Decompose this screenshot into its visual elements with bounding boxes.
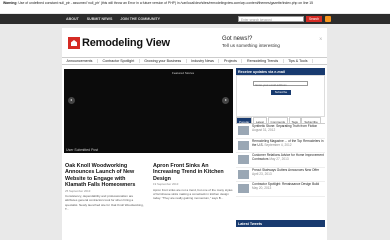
list-item[interactable]: Contractor Spotlight: Renaissance Design…: [236, 182, 325, 197]
post-title[interactable]: Oak Knoll Woodworking Announces Launch o…: [65, 163, 145, 189]
list-item[interactable]: Customer Relations Advice for Home Impro…: [236, 153, 325, 168]
item-date: May 27, 2013: [269, 157, 289, 161]
slider-caption[interactable]: User Submitted Post: [66, 148, 98, 152]
post-title[interactable]: Apron Front Sinks An Increasing Trend in…: [153, 163, 233, 182]
search-button[interactable]: Search: [306, 16, 322, 22]
nav-contractor-spotlight[interactable]: Contractor Spotlight: [98, 59, 140, 63]
tab-tags[interactable]: Tags: [288, 117, 301, 124]
item-date: September 4, 2012: [264, 142, 292, 147]
ad-banner[interactable]: Got news!? Tell us something interesting…: [222, 36, 322, 51]
list-item[interactable]: Synthetic Stone: Separating Truth from F…: [236, 124, 325, 139]
nav-industry-news[interactable]: Industry News: [187, 59, 220, 63]
tab-subscribe[interactable]: Subscribe: [301, 117, 321, 124]
top-bar: About Submit News Join the Community Ent…: [0, 14, 390, 24]
subscribe-button[interactable]: Subscribe: [271, 90, 291, 95]
item-date: May 20, 2013: [252, 186, 272, 190]
post-card: Oak Knoll Woodworking Announces Launch o…: [65, 163, 145, 211]
warning-text: : Use of undefined constant null_ptr - a…: [16, 1, 314, 5]
tab-popular[interactable]: Popular: [236, 117, 253, 124]
chevron-left-icon[interactable]: [68, 97, 75, 104]
nav-growing-business[interactable]: Growing your Business: [140, 59, 187, 63]
top-nav: About Submit News Join the Community: [66, 14, 160, 24]
email-field[interactable]: Enter your email address: [253, 81, 308, 87]
nav-remodeling-trends[interactable]: Remodeling Trends: [242, 59, 284, 63]
slider-title: Featured Stories: [172, 71, 195, 75]
thumbnail-image[interactable]: [238, 155, 249, 164]
top-nav-about[interactable]: About: [66, 17, 79, 21]
page-container: Remodeling View Got news!? Tell us somet…: [62, 28, 327, 240]
thumbnail-image[interactable]: [238, 140, 249, 150]
subscribe-widget: Enter your email address Subscribe: [236, 75, 325, 117]
search-input[interactable]: Enter search keyword: [238, 16, 304, 22]
post-excerpt: Apron front sinks are not a trend, but o…: [153, 188, 233, 201]
nav-announcements[interactable]: Announcements: [62, 59, 98, 63]
list-item[interactable]: Remodeling Magazine ... of the Top Remod…: [236, 139, 325, 153]
latest-tweets-heading: Latest Tweets: [236, 220, 325, 227]
site-logo[interactable]: Remodeling View: [82, 37, 170, 49]
post-date: 19 September 2013: [153, 182, 179, 187]
house-logo-icon[interactable]: [68, 37, 80, 49]
post-card: Apron Front Sinks An Increasing Trend in…: [153, 163, 233, 200]
ad-subline: Tell us something interesting: [222, 43, 280, 48]
item-date: August 31, 2012: [252, 128, 276, 132]
tab-latest[interactable]: Latest: [252, 117, 268, 124]
sidebar: Receive updates via e-mail Enter your em…: [236, 68, 325, 227]
post-date: 25 September 2013: [65, 188, 91, 193]
warning-label: Warning: [3, 1, 17, 5]
main-nav: Announcements Contractor Spotlight Growi…: [62, 57, 327, 65]
thumbnail-image[interactable]: [238, 184, 249, 193]
chevron-right-icon[interactable]: [222, 97, 229, 104]
sidebar-tabs: Popular Latest Comments Tags Subscribe: [236, 117, 325, 124]
nav-projects[interactable]: Projects: [219, 59, 243, 63]
post-excerpt: Consistency, dependability and professio…: [65, 194, 144, 211]
rss-icon[interactable]: [325, 16, 331, 22]
featured-slider[interactable]: Featured Stories User Submitted Post: [64, 69, 233, 153]
close-icon[interactable]: X: [319, 36, 322, 41]
thumbnail-image[interactable]: [238, 169, 249, 179]
top-nav-submit-news[interactable]: Submit News: [87, 17, 113, 21]
thumbnail-image[interactable]: [238, 126, 249, 135]
subscribe-heading: Receive updates via e-mail: [236, 68, 325, 75]
list-item[interactable]: Precut Stairways Gutters Announces New O…: [236, 168, 325, 182]
ad-headline: Got news!?: [222, 36, 253, 42]
php-warning: Warning: Use of undefined constant null_…: [0, 0, 390, 13]
nav-tips-tools[interactable]: Tips & Tools: [284, 59, 314, 63]
top-nav-join[interactable]: Join the Community: [120, 17, 160, 21]
tab-comments[interactable]: Comments: [267, 117, 289, 124]
item-date: April 23, 2013: [252, 171, 272, 176]
